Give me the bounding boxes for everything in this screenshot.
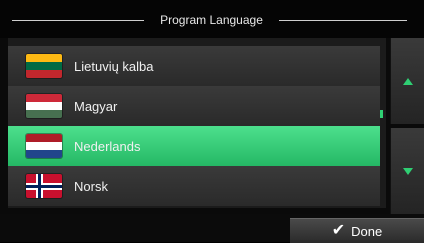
- title-divider-right: [279, 20, 407, 21]
- title-bar: Program Language: [0, 0, 424, 38]
- triangle-down-icon: [403, 167, 413, 175]
- lithuania-flag-icon: [26, 54, 62, 78]
- language-selection-screen: Program Language Lietuvių kalba Magyar N…: [0, 0, 424, 243]
- title-divider-left: [12, 20, 144, 21]
- hungary-flag-icon: [26, 94, 62, 118]
- language-item-norsk[interactable]: Norsk: [8, 166, 380, 206]
- page-title: Program Language: [160, 13, 263, 27]
- scrollbar-thumb[interactable]: [380, 110, 383, 118]
- language-item-magyar[interactable]: Magyar: [8, 86, 380, 126]
- language-label: Norsk: [74, 178, 108, 194]
- checkmark-icon: ✔: [331, 222, 346, 239]
- list-scrollbar[interactable]: [380, 46, 384, 202]
- scroll-down-button[interactable]: [390, 128, 424, 214]
- norway-flag-icon: [26, 174, 62, 198]
- netherlands-flag-icon: [26, 134, 62, 158]
- language-label: Magyar: [74, 98, 118, 114]
- language-item-lietuviu[interactable]: Lietuvių kalba: [8, 46, 380, 86]
- done-button[interactable]: ✔ Done: [290, 218, 424, 243]
- scroll-up-button[interactable]: [390, 38, 424, 124]
- language-item-nederlands[interactable]: Nederlands: [8, 126, 380, 166]
- language-label: Lietuvių kalba: [74, 58, 154, 74]
- language-label: Nederlands: [74, 138, 141, 154]
- done-button-label: Done: [351, 223, 383, 239]
- triangle-up-icon: [403, 77, 413, 85]
